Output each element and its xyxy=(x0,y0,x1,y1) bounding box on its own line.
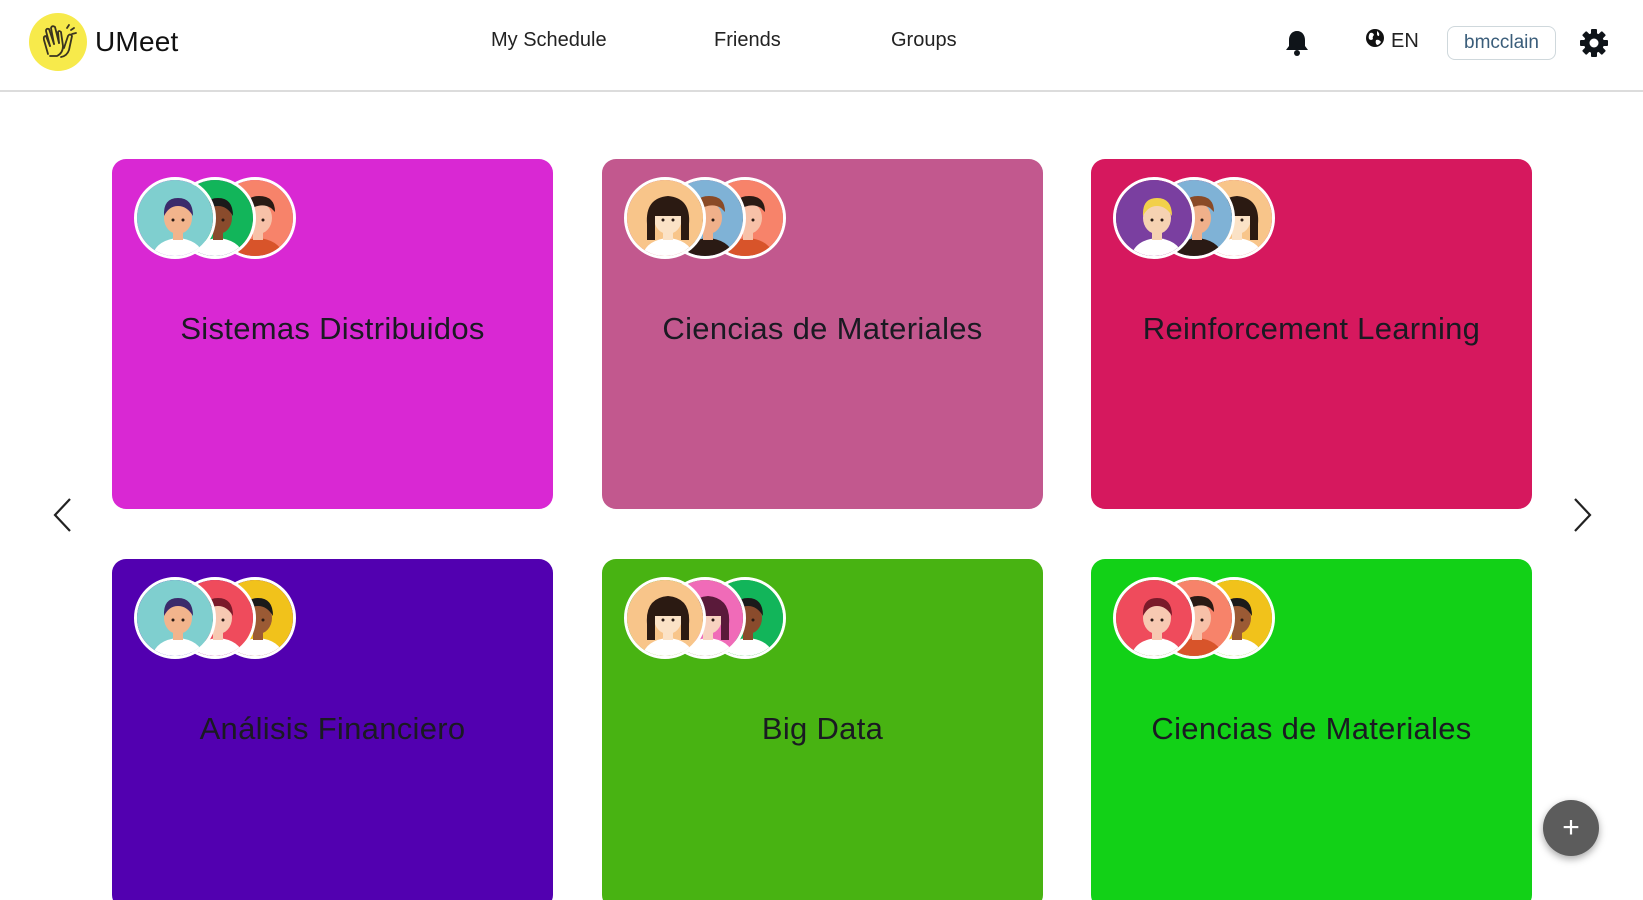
top-navbar: UMeet My Schedule Friends Groups EN bmcc… xyxy=(0,0,1643,92)
member-avatar-icon xyxy=(134,177,216,259)
group-title: Big Data xyxy=(761,711,884,746)
group-title: Análisis Financiero xyxy=(199,711,466,746)
carousel-next-arrow-icon[interactable] xyxy=(1569,496,1595,534)
group-card[interactable]: Ciencias de Materiales xyxy=(1091,559,1532,900)
member-avatar-icon xyxy=(624,577,706,659)
carousel-prev-arrow-icon[interactable] xyxy=(50,496,76,534)
member-avatars xyxy=(624,177,794,259)
group-title: Ciencias de Materiales xyxy=(1151,711,1472,746)
nav-friends[interactable]: Friends xyxy=(714,29,781,52)
member-avatars xyxy=(134,177,304,259)
group-card[interactable]: Ciencias de Materiales xyxy=(602,159,1043,509)
nav-my-schedule[interactable]: My Schedule xyxy=(491,29,607,52)
member-avatars xyxy=(1113,177,1283,259)
language-label: EN xyxy=(1391,29,1419,52)
member-avatars xyxy=(134,577,304,659)
language-selector[interactable]: EN xyxy=(1365,28,1419,54)
brand-home-link[interactable]: UMeet xyxy=(29,13,178,71)
group-card[interactable]: Reinforcement Learning xyxy=(1091,159,1532,509)
user-profile-button[interactable]: bmcclain xyxy=(1447,26,1556,60)
member-avatars xyxy=(1113,577,1283,659)
member-avatars xyxy=(624,577,794,659)
group-card[interactable]: Big Data xyxy=(602,559,1043,900)
globe-icon xyxy=(1365,28,1385,54)
group-title: Reinforcement Learning xyxy=(1142,311,1481,346)
group-title: Ciencias de Materiales xyxy=(662,311,983,346)
notifications-bell-icon[interactable] xyxy=(1284,29,1310,57)
member-avatar-icon xyxy=(1113,577,1195,659)
member-avatar-icon xyxy=(1113,177,1195,259)
group-card[interactable]: Análisis Financiero xyxy=(112,559,553,900)
add-group-button[interactable]: + xyxy=(1543,800,1599,856)
group-card[interactable]: Sistemas Distribuidos xyxy=(112,159,553,509)
app-name: UMeet xyxy=(95,26,179,57)
member-avatar-icon xyxy=(624,177,706,259)
member-avatar-icon xyxy=(134,577,216,659)
nav-groups[interactable]: Groups xyxy=(891,29,957,52)
group-title: Sistemas Distribuidos xyxy=(180,311,485,346)
clapping-hands-logo-icon xyxy=(29,13,87,71)
settings-gear-icon[interactable] xyxy=(1579,28,1609,58)
